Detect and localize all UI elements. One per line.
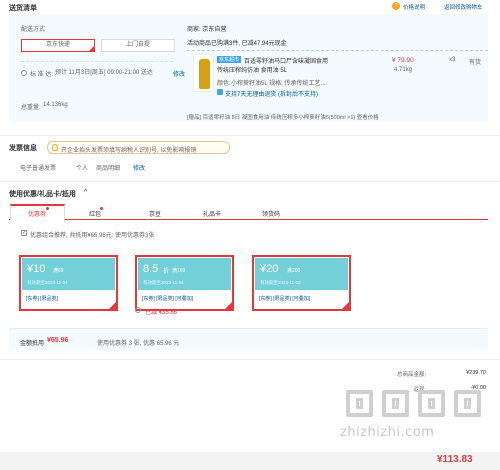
coupon-tags: [东券] [限品类] (26, 296, 58, 302)
coupon-expiry: 有效期至2023-11-04 (143, 280, 184, 285)
invoice-detail: 商品明细 (96, 166, 121, 172)
coupon-expiry: 有效期至2023-11-04 (27, 280, 68, 285)
coupon-condition: 满69 (53, 268, 64, 274)
coupon-saved-amount: 已减 ¥35.86 (145, 310, 178, 316)
red-dot (100, 207, 103, 210)
coupons-title[interactable]: 使用优惠/礼品卡/抵用 (9, 189, 76, 199)
bottle-icon (199, 59, 210, 89)
clock-icon (21, 70, 27, 76)
coupon-face: ¥10 满69 有效期至2023-11-04 (22, 258, 115, 290)
combo-checkbox[interactable]: ✓ (21, 230, 27, 236)
invoice-title: 发票信息 (9, 145, 37, 152)
coupon-card-2[interactable]: 8.5 折 满169 有效期至2023-11-04 [东券] [限品类] [可叠… (135, 255, 234, 311)
saved-info-icon (135, 307, 141, 313)
coupon-card-3[interactable]: ¥20 满200 有效期至2023-11-02 [东券] [限品类] [可叠加] (252, 255, 351, 311)
coupon-condition: 满200 (287, 268, 301, 274)
price-desc-link[interactable]: 价格说明 (403, 3, 425, 11)
coupon-expiry: 有效期至2023-11-02 (260, 280, 301, 285)
seller-label: 商家: 京东自营 (187, 27, 227, 33)
watermark-logo-icon (454, 390, 481, 417)
total-weight-value: 14.136kg (43, 102, 68, 108)
coupon-amount: ¥20 (260, 263, 279, 275)
gift-text: [赠品] 百适零籽油 8日 凝固食用油 传统压榨多小榨葵籽油5(500ml ×1… (187, 115, 379, 121)
product-row: 京东超市 百适零籽油马口尸含味凝固食用 传统压榨纯仿油 食用油 5L ¥ 79.… (187, 50, 488, 106)
divider (0, 181, 500, 182)
ship-time-label: 标 准 达: (30, 72, 54, 78)
back-to-cart-link[interactable]: 返回修改购物车 (444, 3, 483, 11)
selected-corner-icon (225, 302, 232, 309)
payable-bar (0, 452, 500, 470)
total-weight-label: 总重量: (21, 105, 41, 111)
summary-note: 使用优惠券 3 张, 优惠 65.96 元 (97, 341, 180, 347)
coupon-card-1[interactable]: ¥10 满69 有效期至2023-11-04 [东券] [限品类] (19, 255, 118, 311)
invoice-tip-text: 开企业抬头发票须填写纳税人识别号, 以免影响报销 (61, 148, 197, 154)
coupon-tabs (9, 204, 488, 220)
color-label: 颜色: (217, 81, 231, 87)
section-title: 送货清单 (9, 5, 37, 12)
ship-time-modify-link[interactable]: 修改 (173, 69, 185, 78)
seller-column: 商家: 京东自营 活动商品已购满3件, 已减47.94元现金 京东超市 百适零籽… (187, 14, 488, 122)
product-stock: 有货 (469, 60, 482, 66)
tab-jingdou[interactable]: 京豆 (149, 209, 161, 218)
coupon-unit: 折 (163, 269, 170, 275)
tab-coupons[interactable]: 优惠券 (28, 209, 46, 218)
jd-express-button[interactable]: 京东快递 (21, 39, 95, 52)
product-weight: 4.71kg (394, 67, 413, 73)
summary-label: 金额抵用 (20, 341, 45, 347)
coupon-summary-bar: 金额抵用 ¥65.96 使用优惠券 3 张, 优惠 65.96 元 (9, 328, 488, 350)
product-name-2[interactable]: 传统压榨纯仿油 食用油 5L (217, 65, 287, 74)
combo-check-label: 优惠组合推荐, 共抵用¥65.96元: 使用优惠券3张 (30, 233, 155, 239)
invoice-tip: 开企业抬头发票须填写纳税人识别号, 以免影响报销 (47, 141, 230, 154)
product-qty: x3 (449, 57, 456, 63)
divider (21, 61, 173, 62)
red-dot (46, 207, 49, 210)
coupon-face: 8.5 折 满169 有效期至2023-11-04 (138, 258, 231, 290)
invoice-person: 个人 (76, 166, 89, 172)
info-icon: ? (392, 2, 400, 10)
selected-corner-icon (109, 302, 116, 309)
tab-giftcard[interactable]: 礼品卡 (203, 209, 221, 218)
delivery-label: 配送方式 (21, 27, 46, 33)
product-price: ¥ 79.90 (392, 57, 414, 64)
delivery-panel: 配送方式 京东快递 上门自提 标 准 达: 预计 11月3日[周五] 09:00… (9, 14, 488, 122)
divider (0, 135, 500, 136)
color-value: 小榨葵籽油5L 规格: 传承传统工艺... (231, 81, 326, 87)
jd-market-tag: 京东超市 (217, 56, 242, 63)
coupon-amount: 8.5 (143, 263, 159, 275)
promo-text: 活动商品已购满3件, 已减47.94元现金 (187, 41, 287, 47)
invoice-modify-link[interactable]: 修改 (133, 163, 145, 172)
coupon-tags: [东券] [限品类] [可叠加] (142, 296, 194, 302)
ship-time-value: 预计 11月3日[周五] 09:00-21:00 送达 (55, 70, 153, 76)
summary-value: ¥65.96 (47, 337, 69, 344)
invoice-type: 电子普通发票 (20, 166, 57, 172)
coupon-tags: [东券] [限品类] [可叠加] (259, 296, 311, 302)
return-service-icon (217, 89, 223, 95)
pickup-button[interactable]: 上门自提 (101, 39, 175, 52)
product-thumbnail-1[interactable] (193, 54, 214, 92)
product-name-1[interactable]: 百适零籽油马口尸含味凝固食用 (244, 56, 328, 65)
coupon-face: ¥20 满200 有效期至2023-11-02 (255, 258, 348, 290)
chevron-up-icon[interactable]: ^ (84, 189, 87, 196)
items-total-label: 总商品金额: (396, 372, 426, 378)
watermark-logo-icon (382, 390, 409, 417)
lightbulb-icon (52, 144, 58, 151)
watermark-logo-icon (346, 390, 373, 417)
coupon-condition: 满169 (172, 268, 186, 274)
watermark-logo-icon (418, 390, 445, 417)
tab-redpacket[interactable]: 红包 (89, 209, 101, 218)
selected-corner-icon (342, 302, 349, 309)
payable-total: ¥113.83 (437, 454, 473, 465)
return-service-text[interactable]: 支持7天无理由退货 (拆封后不支持) (225, 89, 318, 98)
watermark-text: zhizhizhi.com (340, 425, 435, 440)
tab-pickup-code[interactable]: 领货码 (262, 209, 280, 218)
items-total-value: ¥239.70 (466, 370, 486, 376)
coupon-amount: ¥10 (27, 263, 46, 275)
